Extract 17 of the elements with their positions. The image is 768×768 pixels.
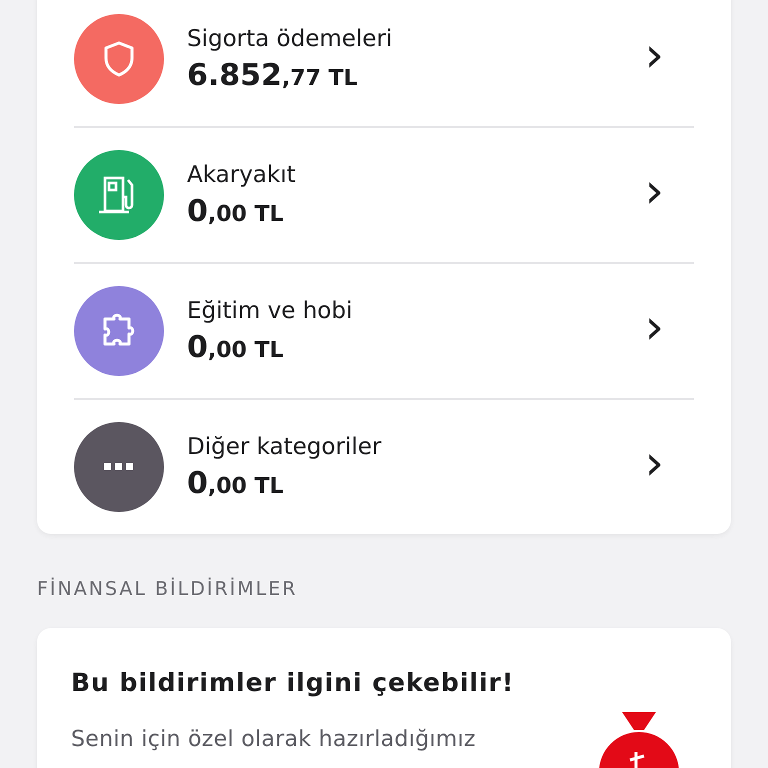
card-title: Bu bildirimler ilgini çekebilir!	[71, 668, 516, 697]
section-title: FİNANSAL BİLDİRİMLER	[37, 578, 298, 600]
chevron-button[interactable]: ›	[644, 435, 694, 499]
more-icon	[104, 463, 134, 471]
category-amount: 0,00 TL	[187, 466, 285, 500]
chevron-button[interactable]: ›	[644, 299, 694, 363]
chevron-button[interactable]: ›	[644, 163, 694, 227]
card-text: Senin için özel olarak hazırladığımız	[71, 727, 477, 752]
category-amount: 0,00 TL	[187, 194, 285, 228]
shield-icon	[102, 40, 136, 78]
category-name: Diğer kategoriler	[187, 434, 382, 460]
category-name: Sigorta ödemeleri	[187, 26, 394, 52]
category-name: Eğitim ve hobi	[187, 298, 354, 324]
category-amount: 6.852,77 TL	[187, 58, 359, 92]
category-name: Akaryakıt	[187, 162, 297, 188]
chevron-button[interactable]: ›	[644, 27, 694, 91]
category-amount: 0,00 TL	[187, 330, 285, 364]
